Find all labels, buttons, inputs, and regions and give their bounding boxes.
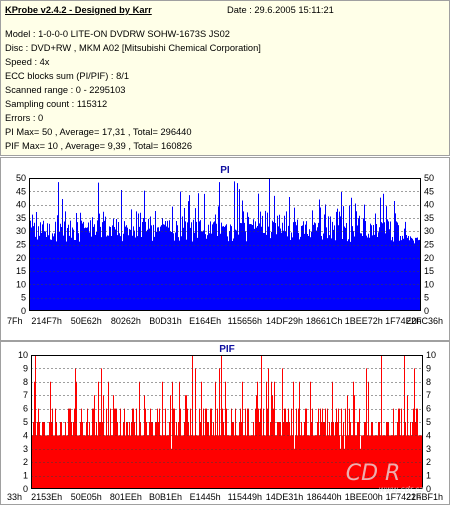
x-tick-label: 7Fh <box>7 316 23 326</box>
y-tick-label-right: 8 <box>426 377 431 387</box>
y-tick-label: 9 <box>23 363 28 373</box>
x-tick-label: 801EEh <box>110 492 142 502</box>
y-tick-label-right: 10 <box>424 279 434 289</box>
info-speed: Speed : 4x <box>5 57 50 67</box>
y-tick-label-right: 2 <box>426 457 431 467</box>
info-ecc: ECC blocks sum (PI/PIF) : 8/1 <box>5 71 129 81</box>
y-tick-label-right: 45 <box>424 186 434 196</box>
y-tick-label: 2 <box>23 457 28 467</box>
y-tick-label: 25 <box>16 240 26 250</box>
x-tick-label: 14DF29h <box>266 316 303 326</box>
info-errors: Errors : 0 <box>5 113 44 123</box>
y-tick-label: 4 <box>23 430 28 440</box>
app-title: KProbe v2.4.2 - Designed by Karr <box>5 5 152 15</box>
y-tick-label-right: 4 <box>426 430 431 440</box>
pif-chart-panel: PIF 0 0 1 1 2 2 3 3 4 4 5 5 6 6 7 7 8 8 9 9 10 10 33h 2153Eh 50E0… <box>0 341 450 505</box>
y-tick-label-right: 5 <box>424 293 429 303</box>
pi-chart: PI 0 0 5 5 10 10 15 15 20 20 25 25 30 30 35 35 40 40 45 45 50… <box>7 165 443 326</box>
y-tick-label-right: 50 <box>424 173 434 183</box>
y-tick-label-right: 15 <box>424 266 434 276</box>
y-tick-label: 30 <box>16 226 26 236</box>
x-tick-label: 186440h <box>307 492 342 502</box>
y-tick-label-right: 5 <box>426 417 431 427</box>
y-tick-label: 50 <box>16 173 26 183</box>
x-tick-label: 18661Ch <box>306 316 343 326</box>
info-model: Model : 1-0-0-0 LITE-ON DVDRW SOHW-1673S… <box>5 29 230 39</box>
info-sampling: Sampling count : 115312 <box>5 99 108 109</box>
x-tick-label: 22FC36h <box>406 316 443 326</box>
x-tick-label: 50E62h <box>71 316 102 326</box>
watermark-url: www.cdr.cz <box>379 485 425 494</box>
x-tick-label: B0D31h <box>149 316 182 326</box>
chart-title: PI <box>220 165 230 176</box>
y-tick-label-right: 35 <box>424 213 434 223</box>
x-tick-label: 214F7h <box>31 316 62 326</box>
y-tick-label: 5 <box>23 417 28 427</box>
y-tick-label: 10 <box>18 350 28 360</box>
y-tick-label: 15 <box>16 266 26 276</box>
info-range: Scanned range : 0 - 2295103 <box>5 85 126 95</box>
y-tick-label-right: 25 <box>424 240 434 250</box>
y-tick-label-right: 7 <box>426 390 431 400</box>
x-tick-label: E164Eh <box>189 316 221 326</box>
x-tick-label: 115449h <box>228 492 262 502</box>
info-panel: KProbe v2.4.2 - Designed by Karr Date : … <box>0 0 450 156</box>
x-tick-label: E1445h <box>190 492 221 502</box>
y-tick-label: 0 <box>21 306 26 316</box>
x-tick-label: 14DE31h <box>266 492 304 502</box>
y-tick-label: 3 <box>23 444 28 454</box>
y-tick-label: 5 <box>21 293 26 303</box>
y-tick-label: 35 <box>16 213 26 223</box>
pi-chart-panel: PI 0 0 5 5 10 10 15 15 20 20 25 25 30 30 35 35 40 40 45 45 50… <box>0 157 450 341</box>
y-tick-label-right: 6 <box>426 404 431 414</box>
y-tick-label: 7 <box>23 390 28 400</box>
scan-date: Date : 29.6.2005 15:11:21 <box>227 5 334 15</box>
y-tick-label-right: 3 <box>426 444 431 454</box>
y-tick-label-right: 20 <box>424 253 434 263</box>
y-tick-label-right: 10 <box>426 350 436 360</box>
y-tick-label: 20 <box>16 253 26 263</box>
y-tick-label: 45 <box>16 186 26 196</box>
x-tick-label: 33h <box>7 492 22 502</box>
x-tick-label: 1BEE00h <box>345 492 383 502</box>
info-disc: Disc : DVD+RW , MKM A02 [Mitsubishi Chem… <box>5 43 261 53</box>
y-tick-label-right: 0 <box>424 306 429 316</box>
chart-title: PIF <box>219 344 235 355</box>
x-tick-label: 50E05h <box>71 492 102 502</box>
x-tick-label: 2153Eh <box>31 492 62 502</box>
y-tick-label: 10 <box>16 279 26 289</box>
info-pi-stats: PI Max= 50 , Average= 17,31 , Total= 296… <box>5 127 192 137</box>
x-tick-label: 80262h <box>111 316 141 326</box>
x-tick-label: 115656h <box>228 316 262 326</box>
y-tick-label: 1 <box>23 471 28 481</box>
pif-chart: PIF0 01 12 23 34 45 56 67 78 89 910 1033h 2153Eh 50E0… <box>7 344 443 502</box>
y-tick-label: 40 <box>16 200 26 210</box>
x-tick-label: 1BEE72h <box>345 316 383 326</box>
x-tick-label: B0B1Eh <box>149 492 182 502</box>
info-pif-stats: PIF Max= 10 , Average= 9,39 , Total= 160… <box>5 141 193 151</box>
y-tick-label: 6 <box>23 404 28 414</box>
y-tick-label-right: 40 <box>424 200 434 210</box>
y-tick-label-right: 9 <box>426 363 431 373</box>
y-tick-label-right: 1 <box>426 471 431 481</box>
y-tick-label-right: 30 <box>424 226 434 236</box>
watermark-logo: CD R <box>346 461 401 486</box>
y-tick-label: 8 <box>23 377 28 387</box>
y-tick-label: 0 <box>23 484 28 494</box>
